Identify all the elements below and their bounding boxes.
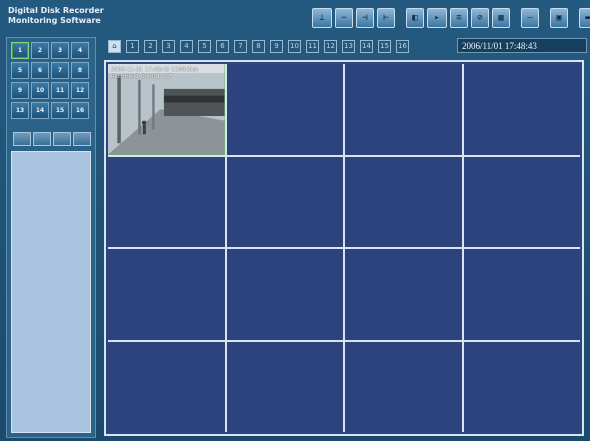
home-tab-icon[interactable]: ⌂ [108,40,121,53]
camera-tab-9[interactable]: 9 [270,40,283,53]
camera-button-11[interactable]: 11 [51,82,69,99]
camera-button-10[interactable]: 10 [31,82,49,99]
camera-button-8[interactable]: 8 [71,62,89,79]
layout-single-icon[interactable] [33,132,51,146]
camera-button-3[interactable]: 3 [51,42,69,59]
layout-9-split-icon[interactable] [53,132,71,146]
app-title-line2: Monitoring Software [8,16,101,25]
camera-button-14[interactable]: 14 [31,102,49,119]
camera-tab-6[interactable]: 6 [216,40,229,53]
video-cell-16[interactable] [463,341,580,432]
camera-tab-4[interactable]: 4 [180,40,193,53]
video-cell-13[interactable] [108,341,225,432]
video-cell-15[interactable] [345,341,462,432]
app-title-line1: Digital Disk Recorder [8,6,104,15]
separator-icon[interactable]: — [521,8,539,28]
video-grid: 2006-11-01 17:48:43 1200/3ips Recorder1 … [108,64,580,432]
camera-tab-12[interactable]: 12 [324,40,337,53]
grid-icon[interactable]: ▦ [492,8,510,28]
video-cell-12[interactable] [463,249,580,340]
camera-button-16[interactable]: 16 [71,102,89,119]
video-cell-1[interactable]: 2006-11-01 17:48:43 1200/3ips Recorder1 … [108,64,225,155]
camera-tabs: ⌂ 1 2 3 4 5 6 7 8 9 10 11 12 13 14 15 16 [108,40,414,53]
layout-16-split-icon[interactable] [73,132,91,146]
camera-button-4[interactable]: 4 [71,42,89,59]
camera-tab-1[interactable]: 1 [126,40,139,53]
app-window: Digital Disk Recorder Monitoring Softwar… [0,0,590,441]
camera-tab-13[interactable]: 13 [342,40,355,53]
video-cell-11[interactable] [345,249,462,340]
list-icon[interactable]: ≡ [450,8,468,28]
camera-select-grid: 1 2 3 4 5 6 7 8 9 10 11 12 13 14 15 16 [11,42,91,122]
camera-tab-7[interactable]: 7 [234,40,247,53]
camera-tab-10[interactable]: 10 [288,40,301,53]
camera-tab-11[interactable]: 11 [306,40,319,53]
info-panel [11,151,91,433]
video-cell-5[interactable] [108,156,225,247]
camera-button-7[interactable]: 7 [51,62,69,79]
camera-tab-8[interactable]: 8 [252,40,265,53]
video-cell-4[interactable] [463,64,580,155]
camera-tab-2[interactable]: 2 [144,40,157,53]
video-cell-6[interactable] [226,156,343,247]
left-panel: 1 2 3 4 5 6 7 8 9 10 11 12 13 14 15 16 [6,37,96,438]
video-overlay: 2006-11-01 17:48:43 1200/3ips Recorder1 … [111,67,198,81]
video-cell-3[interactable] [345,64,462,155]
video-cell-14[interactable] [226,341,343,432]
link-icon[interactable]: ⊘ [471,8,489,28]
camera-button-12[interactable]: 12 [71,82,89,99]
video-timestamp: 2006-11-01 17:48:43 1200/3ips [111,67,199,73]
monitor-icon[interactable]: ▬ [579,8,590,28]
video-camera-label: Recorder1 Cam01 LCF [111,74,173,80]
video-cell-8[interactable] [463,156,580,247]
screen-layout-buttons [13,132,91,146]
camera-tab-16[interactable]: 16 [396,40,409,53]
main-toolbar: ⊥ − ⊣ ⊢ ◧ ▸ ≡ ⊘ ▦ — ▣ ▬ ↦ [312,8,590,30]
video-cell-2[interactable] [226,64,343,155]
playback-slider-icon[interactable]: ⊥ [312,8,332,28]
camera-button-15[interactable]: 15 [51,102,69,119]
video-cell-9[interactable] [108,249,225,340]
camera-tab-5[interactable]: 5 [198,40,211,53]
camera-control-icon[interactable]: ◧ [406,8,424,28]
camera-button-5[interactable]: 5 [11,62,29,79]
camera-tab-3[interactable]: 3 [162,40,175,53]
video-cell-7[interactable] [345,156,462,247]
step-forward-icon[interactable]: ⊢ [377,8,395,28]
camera-button-6[interactable]: 6 [31,62,49,79]
video-display-area: 2006-11-01 17:48:43 1200/3ips Recorder1 … [104,60,584,436]
camera-button-13[interactable]: 13 [11,102,29,119]
window-icon[interactable]: ▣ [550,8,568,28]
step-back-icon[interactable]: ⊣ [356,8,374,28]
camera-button-9[interactable]: 9 [11,82,29,99]
camera-button-2[interactable]: 2 [31,42,49,59]
video-cell-10[interactable] [226,249,343,340]
camera-button-1[interactable]: 1 [11,42,29,59]
record-play-icon[interactable]: ▸ [427,8,447,28]
app-title: Digital Disk Recorder Monitoring Softwar… [8,6,118,26]
camera-tab-14[interactable]: 14 [360,40,373,53]
camera-tab-15[interactable]: 15 [378,40,391,53]
layout-4-split-icon[interactable] [13,132,31,146]
minus-icon[interactable]: − [335,8,353,28]
datetime-display: 2006/11/01 17:48:43 [457,38,587,53]
